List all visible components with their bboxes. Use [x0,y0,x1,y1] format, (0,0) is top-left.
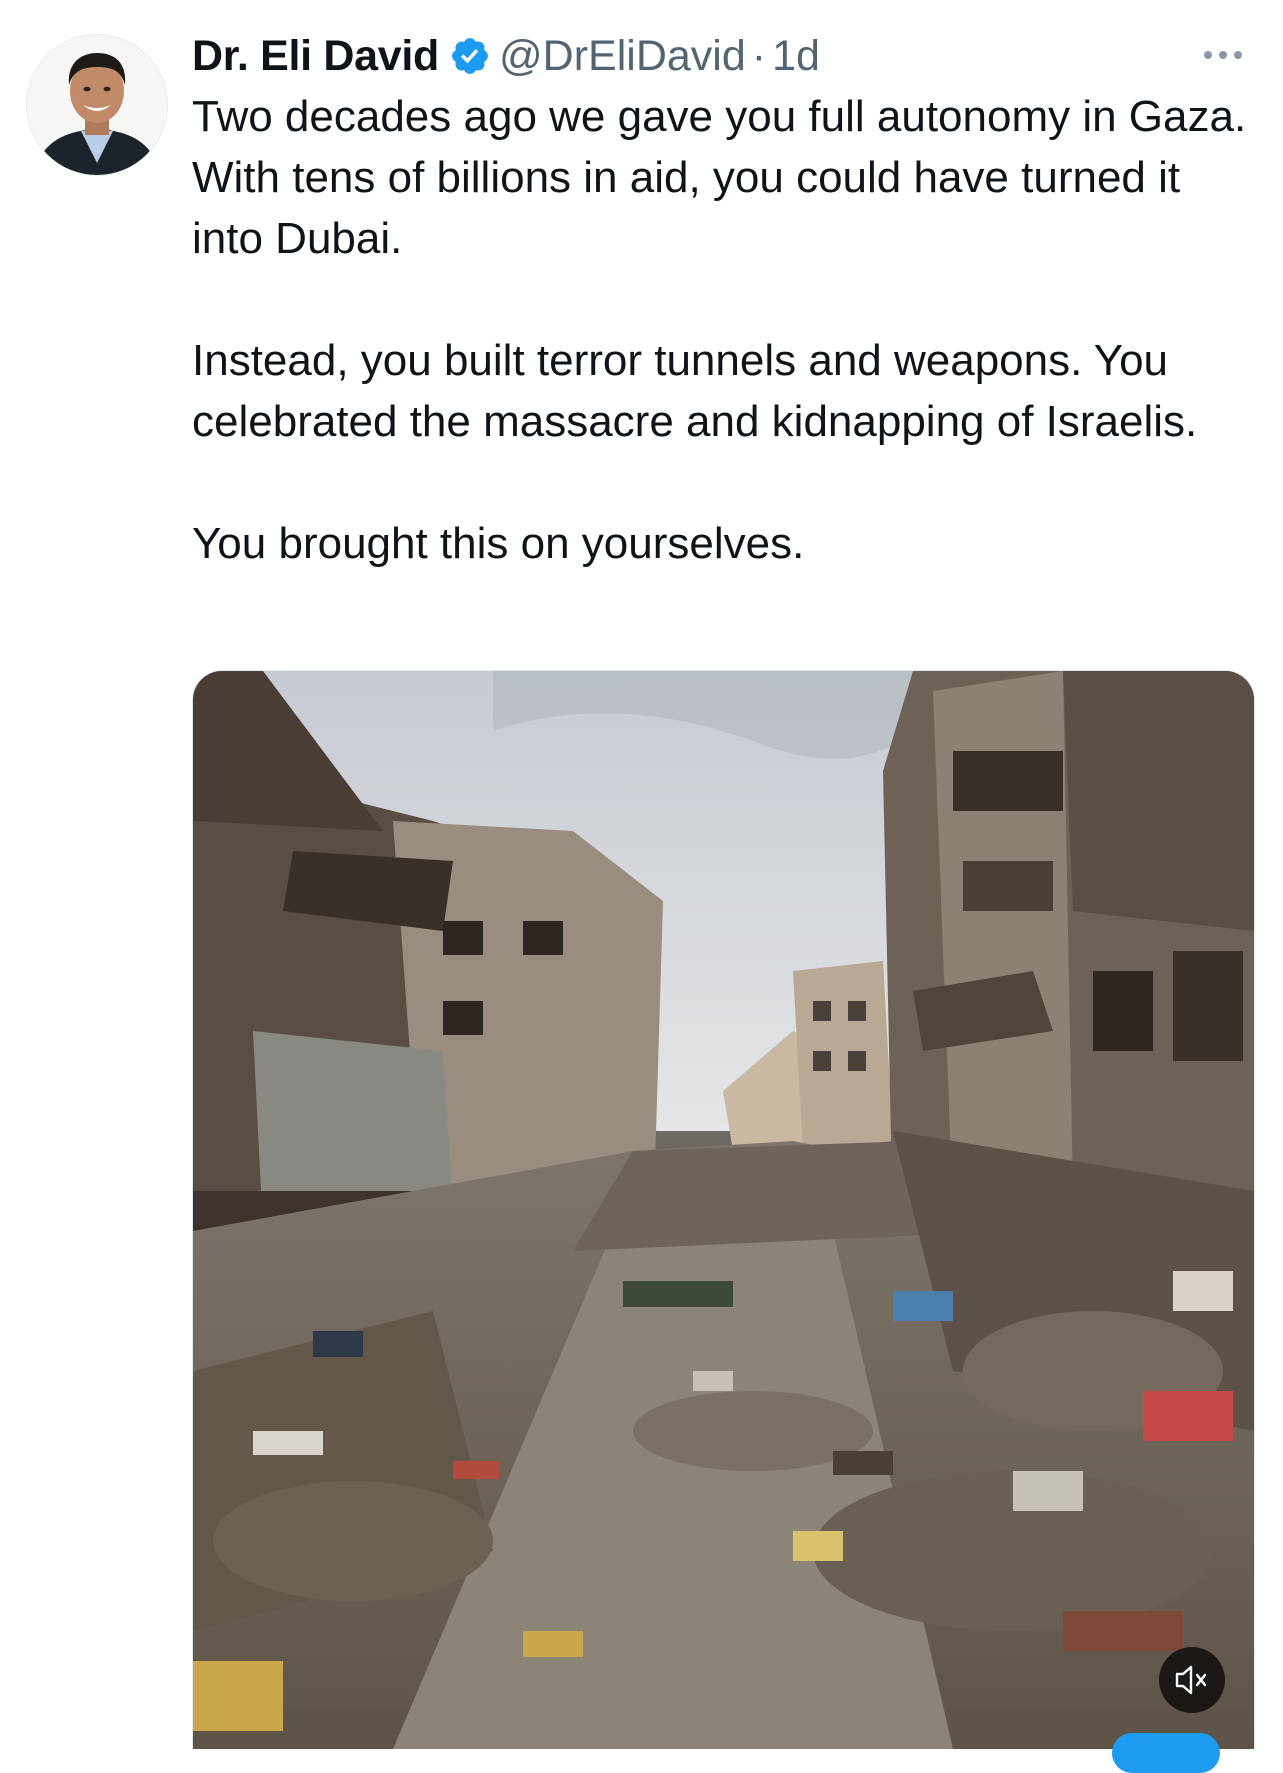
tweet-paragraph-3: You brought this on yourselves. [192,519,805,568]
video-frame-image [193,671,1254,1749]
tweet-timestamp[interactable]: 1d [772,32,820,81]
tweet-text: Two decades ago we gave you full autonom… [192,86,1252,574]
tweet-paragraph-2: Instead, you built terror tunnels and we… [192,336,1198,446]
separator-dot: · [751,31,767,80]
more-options-icon[interactable] [1200,40,1246,70]
author-display-name[interactable]: Dr. Eli David [192,32,439,81]
tweet-header: Dr. Eli David @DrEliDavid · 1d [192,28,820,84]
verified-badge-icon[interactable] [449,35,491,77]
muted-speaker-icon [1175,1665,1207,1695]
tweet-video[interactable] [192,670,1255,1749]
tweet-paragraph-1: Two decades ago we gave you full autonom… [192,92,1247,263]
floating-compose-button[interactable] [1112,1733,1220,1773]
author-avatar[interactable] [26,34,168,176]
author-handle[interactable]: @DrEliDavid [499,32,746,81]
mute-toggle-button[interactable] [1159,1647,1225,1713]
avatar-image [27,35,167,175]
